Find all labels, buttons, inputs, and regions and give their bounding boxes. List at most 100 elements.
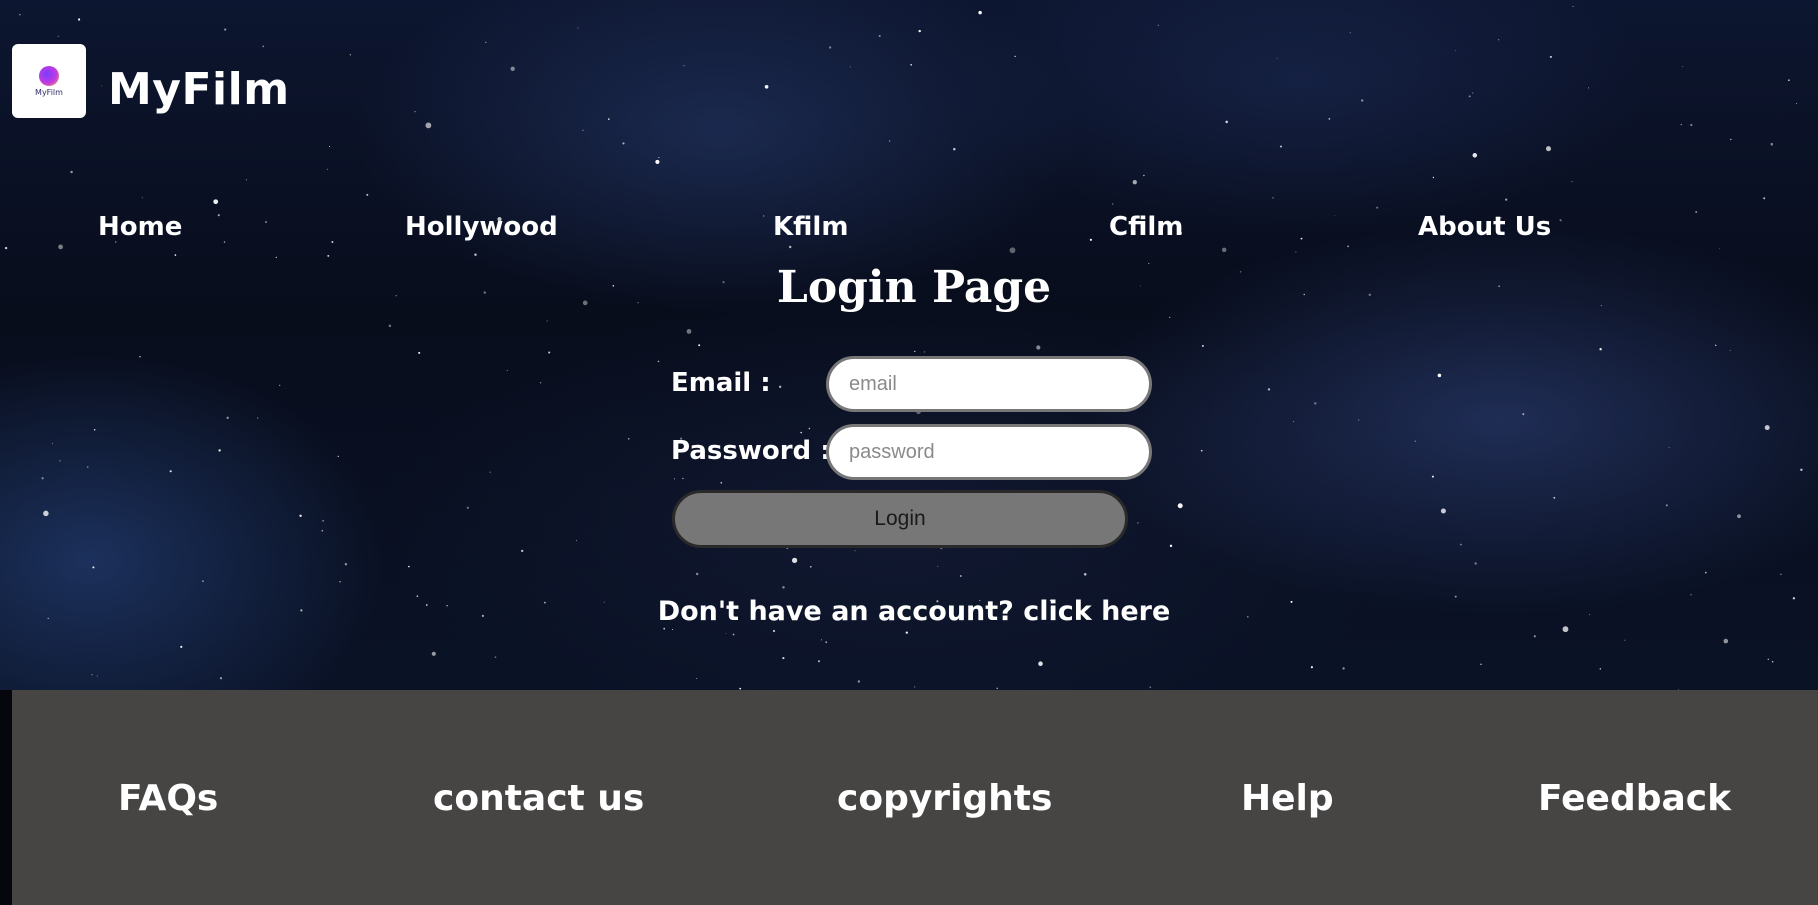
star <box>1038 661 1043 666</box>
star <box>1572 5 1574 7</box>
star <box>474 253 477 256</box>
star <box>1267 388 1271 391</box>
star <box>825 641 828 644</box>
star <box>657 360 660 363</box>
star <box>1295 251 1297 253</box>
star <box>1729 349 1731 351</box>
star <box>1719 248 1720 250</box>
logo-text: MyFilm <box>35 87 63 97</box>
star <box>910 63 913 66</box>
star <box>1014 55 1016 58</box>
star <box>521 549 524 553</box>
footer-link-help[interactable]: Help <box>1241 778 1334 819</box>
star <box>43 510 49 517</box>
nav-item-kfilm[interactable]: Kfilm <box>773 212 848 242</box>
star <box>226 416 229 420</box>
star <box>782 586 785 589</box>
star <box>213 199 219 205</box>
star <box>923 351 926 353</box>
star <box>58 244 63 250</box>
star <box>627 437 630 440</box>
login-button[interactable]: Login <box>672 490 1128 548</box>
star <box>1349 32 1351 34</box>
star <box>337 455 339 457</box>
star <box>1132 180 1137 185</box>
footer-link-feedback[interactable]: Feedback <box>1538 778 1731 819</box>
star <box>327 254 330 257</box>
star <box>1137 522 1139 524</box>
footer-link-faqs[interactable]: FAQs <box>118 778 218 819</box>
star <box>1201 344 1204 347</box>
star <box>582 129 584 131</box>
star <box>764 84 769 89</box>
footer-link-copyrights[interactable]: copyrights <box>837 778 1052 819</box>
star <box>808 427 811 430</box>
star <box>996 687 998 690</box>
email-field[interactable] <box>826 356 1152 412</box>
star <box>1763 197 1766 200</box>
star <box>489 471 491 473</box>
star <box>219 677 223 680</box>
star <box>321 529 324 532</box>
star <box>622 142 625 145</box>
star <box>1588 87 1590 89</box>
star <box>1347 245 1350 248</box>
star <box>299 514 302 517</box>
nav-item-cfilm[interactable]: Cfilm <box>1109 212 1183 242</box>
star <box>772 629 776 633</box>
star <box>658 157 660 159</box>
nav-item-hollywood[interactable]: Hollywood <box>405 212 558 242</box>
star <box>655 159 660 164</box>
star <box>174 254 177 256</box>
star <box>51 443 54 445</box>
star <box>141 197 143 199</box>
star <box>92 566 95 569</box>
star <box>180 645 183 649</box>
star <box>1376 206 1379 209</box>
site-logo[interactable]: MyFilm <box>12 44 86 118</box>
star <box>683 65 685 67</box>
star <box>1665 504 1668 507</box>
star <box>494 656 497 659</box>
star <box>425 122 432 129</box>
star <box>546 320 548 322</box>
signup-link[interactable]: click here <box>1023 596 1170 627</box>
star <box>327 168 329 170</box>
star <box>510 66 515 71</box>
star <box>1334 215 1336 216</box>
star <box>1472 92 1474 94</box>
star <box>1009 247 1016 254</box>
star <box>818 660 820 663</box>
nav-item-home[interactable]: Home <box>98 212 182 242</box>
star <box>577 27 579 29</box>
star <box>414 110 416 113</box>
star <box>245 179 247 181</box>
star <box>1737 514 1741 519</box>
star <box>1036 345 1041 350</box>
star <box>217 214 220 217</box>
star <box>1680 124 1682 126</box>
footer-link-contact-us[interactable]: contact us <box>433 778 644 819</box>
star <box>344 563 348 566</box>
star <box>854 550 856 552</box>
star <box>19 14 21 16</box>
star <box>888 140 891 142</box>
star <box>93 428 96 431</box>
star <box>539 382 542 384</box>
star <box>725 632 727 634</box>
star <box>1474 562 1477 565</box>
nav-item-about-us[interactable]: About Us <box>1418 212 1551 242</box>
star <box>905 631 908 634</box>
star <box>78 18 81 21</box>
star <box>1437 373 1442 378</box>
star <box>466 506 470 509</box>
star <box>1723 638 1729 644</box>
star <box>682 477 684 480</box>
star <box>223 241 226 243</box>
star <box>1431 475 1434 478</box>
star <box>937 565 939 567</box>
star <box>671 629 673 630</box>
star <box>673 478 675 480</box>
password-field[interactable] <box>826 424 1152 480</box>
star <box>96 675 98 677</box>
